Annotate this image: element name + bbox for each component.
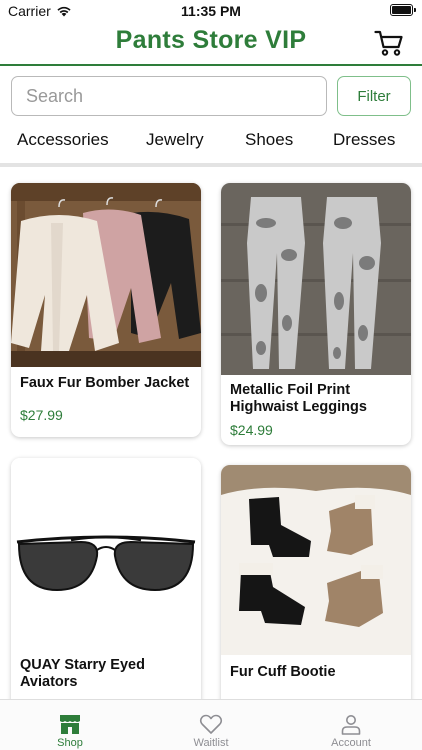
search-input[interactable]: Search xyxy=(11,76,327,116)
tab-waitlist[interactable]: Waitlist xyxy=(161,700,261,750)
search-placeholder: Search xyxy=(26,85,84,106)
product-name: Faux Fur Bomber Jacket xyxy=(20,375,190,391)
product-image xyxy=(221,465,411,655)
app-title: Pants Store VIP xyxy=(115,26,307,54)
cart-icon[interactable] xyxy=(374,28,404,58)
heart-icon xyxy=(199,714,223,734)
tab-label-account: Account xyxy=(331,737,371,749)
category-jewelry[interactable]: Jewelry xyxy=(146,130,204,150)
product-price: $27.99 xyxy=(20,407,63,423)
product-price: $24.99 xyxy=(230,422,273,438)
product-name: QUAY Starry Eyed Aviators xyxy=(20,657,145,690)
product-card[interactable]: Fur Cuff Bootie xyxy=(221,465,411,710)
store-icon xyxy=(60,715,80,734)
status-time: 11:35 PM xyxy=(181,3,241,19)
filter-button[interactable]: Filter xyxy=(337,76,411,116)
tab-label-waitlist: Waitlist xyxy=(193,737,229,749)
category-accessories[interactable]: Accessories xyxy=(17,130,109,150)
filter-label: Filter xyxy=(357,87,391,105)
product-name: Fur Cuff Bootie xyxy=(230,664,336,680)
product-card[interactable]: QUAY Starry Eyed Aviators xyxy=(11,458,201,710)
tab-label-shop: Shop xyxy=(57,737,83,749)
product-card[interactable]: Metallic Foil Print Highwaist Leggings $… xyxy=(221,183,411,445)
category-tabs: Accessories Jewelry Shoes Dresses xyxy=(0,126,422,156)
tab-shop[interactable]: Shop xyxy=(20,700,120,750)
battery-icon xyxy=(390,4,416,16)
product-name: Metallic Foil Print Highwaist Leggings xyxy=(230,382,367,415)
status-bar: Carrier 11:35 PM xyxy=(0,0,422,22)
tab-bar: Shop Waitlist Account xyxy=(0,699,422,750)
person-icon xyxy=(341,715,361,735)
product-card[interactable]: Faux Fur Bomber Jacket $27.99 xyxy=(11,183,201,437)
category-shoes[interactable]: Shoes xyxy=(245,130,293,150)
app-header: Pants Store VIP xyxy=(0,22,422,66)
product-image xyxy=(221,183,411,375)
tab-account[interactable]: Account xyxy=(301,700,401,750)
category-divider xyxy=(0,163,422,167)
product-image xyxy=(11,458,201,648)
product-image xyxy=(11,183,201,367)
category-dresses[interactable]: Dresses xyxy=(333,130,395,150)
